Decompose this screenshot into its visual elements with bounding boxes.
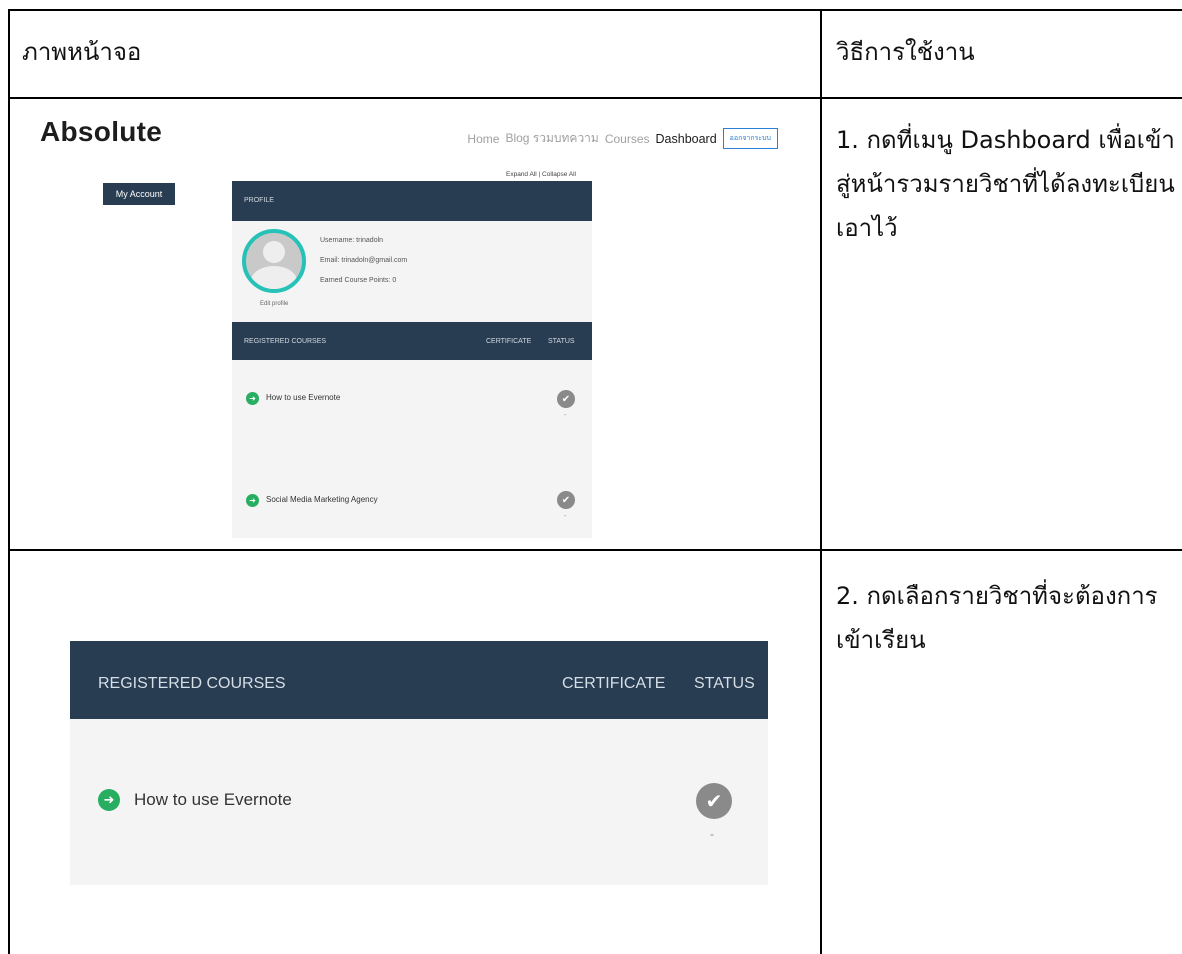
avatar-shoulders [251, 266, 297, 289]
table-border-left [8, 9, 10, 954]
profile-header-bar[interactable]: PROFILE [232, 181, 592, 221]
course-title-link[interactable]: How to use Evernote [134, 790, 292, 810]
certificate-column-label: CERTIFICATE [486, 338, 532, 345]
registered-courses-zoom-screenshot: REGISTERED COURSES CERTIFICATE STATUS ➜ … [70, 641, 770, 885]
site-logo[interactable]: Absolute [40, 116, 162, 148]
table-border-middle [820, 9, 822, 954]
course-row[interactable]: ➜ Social Media Marketing Agency ✔ - [232, 480, 592, 538]
avatar-head [263, 241, 285, 263]
registered-courses-header: REGISTERED COURSES CERTIFICATE STATUS [70, 641, 768, 719]
header-howto-column: วิธีการใช้งาน [836, 38, 975, 66]
dashboard-screenshot: Absolute Home Blog รวมบทความ Courses Das… [22, 108, 818, 538]
nav-blog[interactable]: Blog รวมบทความ [505, 129, 598, 148]
registered-courses-label: REGISTERED COURSES [98, 675, 286, 692]
course-title-link[interactable]: How to use Evernote [266, 393, 340, 402]
table-border-row2 [8, 549, 1182, 551]
profile-points: Earned Course Points: 0 [320, 277, 397, 284]
check-circle-icon: ✔ [696, 783, 732, 819]
course-row[interactable]: ➜ How to use Evernote ✔ - [70, 719, 768, 885]
status-dash: - [564, 513, 567, 520]
my-account-button[interactable]: My Account [103, 183, 175, 205]
nav-courses[interactable]: Courses [605, 132, 650, 146]
nav-dashboard[interactable]: Dashboard [656, 132, 717, 146]
instruction-step-1: 1. กดที่เมนู Dashboard เพื่อเข้าสู่หน้าร… [836, 126, 1175, 242]
logout-button[interactable]: ออกจากระบบ [722, 128, 778, 149]
status-dash: - [564, 412, 567, 419]
course-title-link[interactable]: Social Media Marketing Agency [266, 495, 378, 504]
status-column-label: STATUS [548, 338, 575, 345]
table-border-top [8, 9, 1182, 11]
arrow-right-icon: ➜ [246, 392, 259, 405]
top-navigation: Home Blog รวมบทความ Courses Dashboard ออ… [467, 128, 778, 149]
course-row[interactable]: ➜ How to use Evernote ✔ - [232, 360, 592, 480]
profile-panel: Edit profile Username: trinadoln Email: … [232, 221, 592, 322]
profile-username: Username: trinadoln [320, 237, 384, 244]
avatar[interactable] [242, 229, 306, 293]
check-circle-icon: ✔ [557, 390, 575, 408]
arrow-right-icon: ➜ [98, 789, 120, 811]
status-column-label: STATUS [694, 675, 755, 692]
profile-label: PROFILE [244, 197, 274, 204]
check-circle-icon: ✔ [557, 491, 575, 509]
edit-profile-link[interactable]: Edit profile [260, 301, 288, 307]
registered-courses-header: REGISTERED COURSES CERTIFICATE STATUS [232, 322, 592, 360]
header-screen-column: ภาพหน้าจอ [22, 38, 142, 66]
table-border-row1 [8, 97, 1182, 99]
profile-email: Email: trinadoln@gmail.com [320, 257, 408, 264]
arrow-right-icon: ➜ [246, 494, 259, 507]
expand-collapse-links[interactable]: Expand All | Collapse All [506, 171, 576, 178]
instruction-step-2: 2. กดเลือกรายวิชาที่จะต้องการเข้าเรียน [836, 582, 1158, 654]
status-dash: - [710, 827, 714, 841]
certificate-column-label: CERTIFICATE [562, 675, 666, 692]
registered-courses-label: REGISTERED COURSES [244, 338, 327, 345]
nav-home[interactable]: Home [467, 132, 499, 146]
